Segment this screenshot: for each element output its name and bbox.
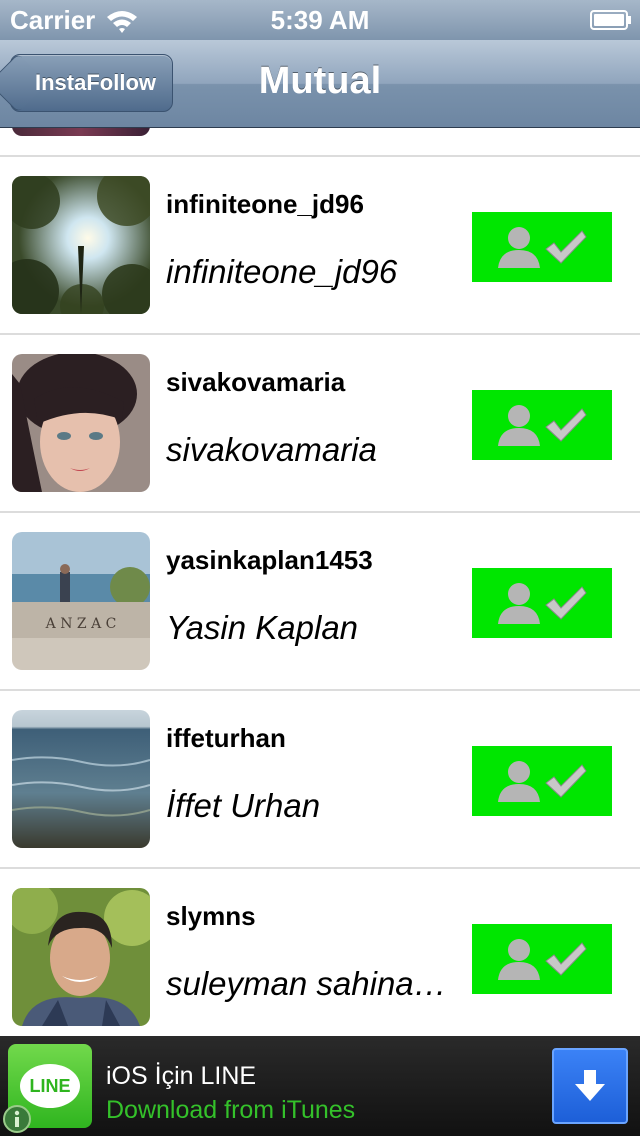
list-item[interactable]: infiniteone_jd96 infiniteone_jd96 (0, 157, 640, 335)
avatar (12, 888, 150, 1026)
avatar-image-man (12, 888, 150, 1026)
avatar: A N Z A C (12, 532, 150, 670)
page-title: Mutual (258, 60, 382, 102)
full-name: Yasin Kaplan (166, 609, 359, 646)
avatar (12, 128, 150, 136)
list-item[interactable]: sivakovamaria sivakovamaria (0, 335, 640, 513)
list-item[interactable]: A N Z A C yasinkaplan1453 Yasin Kaplan (0, 513, 640, 691)
status-time: 5:39 AM (270, 5, 370, 35)
checkmark-icon (545, 764, 587, 798)
avatar (12, 710, 150, 848)
download-arrow-icon (575, 1070, 605, 1101)
line-logo-bubble: LINE (20, 1064, 80, 1108)
anzac-text: A N Z A C (45, 616, 117, 632)
list-item-partial[interactable] (0, 128, 640, 157)
avatar (12, 354, 150, 492)
battery-icon (590, 10, 631, 30)
avatar (12, 176, 150, 314)
download-button[interactable] (552, 1048, 628, 1124)
list-item[interactable]: iffeturhan İffet Urhan (0, 691, 640, 869)
mutual-follow-button[interactable] (472, 924, 612, 994)
user-icon (498, 583, 540, 624)
user-icon (498, 227, 540, 268)
mutual-follow-button[interactable] (472, 212, 612, 282)
full-name: sivakovamaria (166, 431, 377, 468)
avatar-image-portrait (12, 354, 150, 492)
mutual-follow-button[interactable] (472, 390, 612, 460)
avatar-image-trees (12, 176, 150, 314)
username: infiniteone_jd96 (166, 189, 364, 219)
status-bar: Carrier 5:39 AM (0, 0, 640, 40)
user-icon (498, 761, 540, 802)
username: iffeturhan (166, 723, 286, 753)
checkmark-icon (545, 408, 587, 442)
mutual-follow-button[interactable] (472, 568, 612, 638)
ad-subtitle: Download from iTunes (106, 1096, 356, 1124)
checkmark-icon (545, 230, 587, 264)
username: slymns (166, 901, 256, 931)
user-icon (498, 939, 540, 980)
full-name: infiniteone_jd96 (166, 253, 398, 290)
navigation-bar: InstaFollow Mutual (0, 40, 640, 128)
ad-title: iOS İçin LINE (106, 1062, 257, 1090)
ad-banner[interactable]: LINE iOS İçin LINE Download from iTunes (0, 1036, 640, 1136)
full-name: İffet Urhan (166, 787, 321, 824)
mutual-follow-button[interactable] (472, 746, 612, 816)
full-name: suleyman sahina… (166, 965, 447, 1002)
user-icon (498, 405, 540, 446)
user-list[interactable]: infiniteone_jd96 infiniteone_jd96 sivako… (0, 128, 640, 1036)
checkmark-icon (545, 942, 587, 976)
checkmark-icon (545, 586, 587, 620)
avatar-image-anzac: A N Z A C (12, 532, 150, 670)
username: yasinkaplan1453 (166, 545, 373, 575)
username: sivakovamaria (166, 367, 346, 397)
info-icon[interactable] (2, 1104, 32, 1134)
avatar-image-sea (12, 710, 150, 848)
list-item[interactable]: slymns suleyman sahina… (0, 869, 640, 1036)
